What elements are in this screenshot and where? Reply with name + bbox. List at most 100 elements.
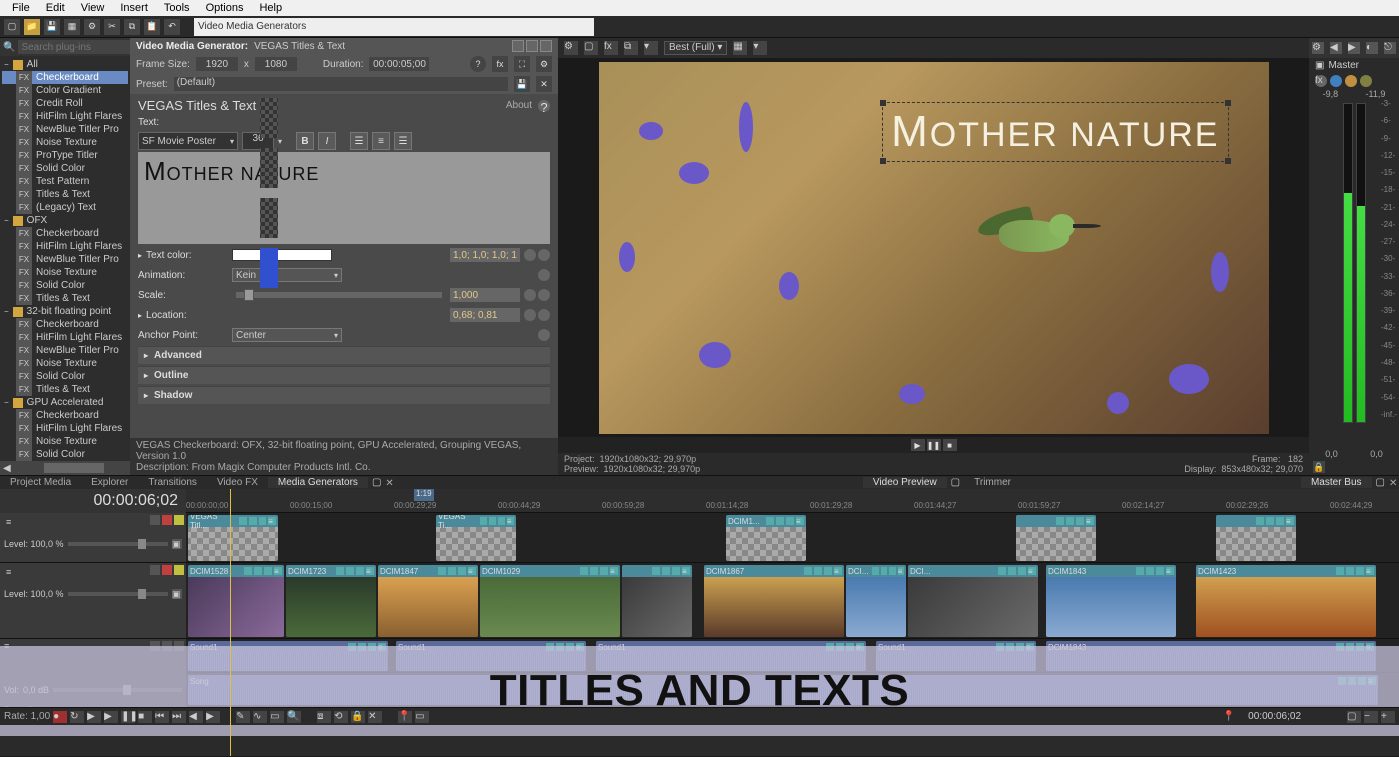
snapshot-icon[interactable]: ▾: [644, 41, 658, 55]
font-combo[interactable]: SF Movie Poster▾: [138, 132, 238, 150]
tab-explorer[interactable]: Explorer: [81, 477, 138, 488]
tree-item[interactable]: FXNoise Texture: [2, 266, 128, 279]
reset-icon[interactable]: [538, 309, 550, 321]
tree-folder[interactable]: −OFX: [2, 214, 128, 227]
expand-icon[interactable]: ▣: [172, 589, 182, 599]
tree-item[interactable]: FXNewBlue Titler Pro: [2, 344, 128, 357]
play-button[interactable]: ▶: [104, 711, 118, 723]
menu-insert[interactable]: Insert: [112, 2, 156, 14]
grid-view-icon[interactable]: [526, 40, 538, 52]
clip[interactable]: ≡: [1016, 515, 1096, 561]
clip[interactable]: DCIM1528≡: [188, 565, 284, 637]
tree-item[interactable]: FXSolid Color: [2, 370, 128, 383]
tab-undock-icon[interactable]: ▢: [368, 477, 385, 488]
location-value[interactable]: [450, 308, 520, 322]
frame-width-input[interactable]: [196, 57, 238, 71]
clip[interactable]: ≡: [622, 565, 692, 637]
snap-button[interactable]: ⧈: [317, 711, 331, 723]
tree-item[interactable]: FXNewBlue Titler Pro: [2, 253, 128, 266]
tree-item[interactable]: FX(Legacy) Text: [2, 201, 128, 214]
tab-close-icon[interactable]: ✕: [1389, 478, 1399, 488]
italic-button[interactable]: I: [318, 132, 336, 150]
marker[interactable]: 1:19: [414, 489, 434, 501]
text-canvas[interactable]: MMother natureother nature: [138, 152, 550, 244]
scale-slider[interactable]: [236, 292, 442, 298]
help-icon[interactable]: ?: [538, 100, 550, 112]
lock-button[interactable]: 🔒: [351, 711, 365, 723]
tree-item[interactable]: FXProType Titler: [2, 149, 128, 162]
keyframe-icon[interactable]: [524, 249, 536, 261]
master-solo-icon[interactable]: [1345, 75, 1357, 87]
expand-icon[interactable]: ⛶: [514, 56, 530, 72]
tree-item[interactable]: FXHitFilm Light Flares: [2, 110, 128, 123]
menu-help[interactable]: Help: [251, 2, 290, 14]
preset-thumb[interactable]: [260, 248, 278, 288]
help-icon[interactable]: ?: [470, 56, 486, 72]
tree-item[interactable]: FXHitFilm Light Flares: [2, 331, 128, 344]
tree-item[interactable]: FXNoise Texture: [2, 136, 128, 149]
clip[interactable]: DCIM1029≡: [480, 565, 620, 637]
clip[interactable]: DCIM1...≡: [726, 515, 806, 561]
auto-ripple-button[interactable]: ⟲: [334, 711, 348, 723]
tree-item[interactable]: FXCheckerboard: [2, 318, 128, 331]
cut-icon[interactable]: ✂: [104, 19, 120, 35]
stop-button[interactable]: ■: [943, 439, 957, 451]
clip[interactable]: DCI...≡: [846, 565, 906, 637]
track-header[interactable]: ≡ Level: 100,0 %▣: [0, 513, 186, 562]
keyframe-icon[interactable]: [524, 289, 536, 301]
clip[interactable]: DCIM1843≡: [1046, 565, 1176, 637]
clip[interactable]: DCIM1847≡: [378, 565, 478, 637]
playhead[interactable]: [230, 489, 231, 756]
zoom-tool-button[interactable]: 🔍: [287, 711, 301, 723]
next-frame-button[interactable]: ▶: [206, 711, 220, 723]
tree-item[interactable]: FXCredit Roll: [2, 97, 128, 110]
clip[interactable]: DCIM1723≡: [286, 565, 376, 637]
tree-item[interactable]: FXTitles & Text: [2, 292, 128, 305]
keyframe-icon[interactable]: [524, 309, 536, 321]
marker-button[interactable]: 📍: [398, 711, 412, 723]
settings-icon[interactable]: ⚙: [536, 56, 552, 72]
title-overlay-box[interactable]: Mother nature: [882, 102, 1228, 162]
tree-item[interactable]: FXTest Pattern: [2, 175, 128, 188]
tree-item[interactable]: FXSolid Color: [2, 279, 128, 292]
delete-preset-icon[interactable]: ✕: [536, 76, 552, 92]
go-end-button[interactable]: ⏭: [172, 711, 186, 723]
level-slider[interactable]: [68, 542, 168, 546]
save-icon[interactable]: 💾: [44, 19, 60, 35]
menu-file[interactable]: File: [4, 2, 38, 14]
clip[interactable]: DCIM1867≡: [704, 565, 844, 637]
tree-item[interactable]: FXTitles & Text: [2, 383, 128, 396]
clip[interactable]: DCIM1423≡: [1196, 565, 1376, 637]
clip[interactable]: VEGAS Ti...≡: [436, 515, 516, 561]
solo-icon[interactable]: [174, 515, 184, 525]
envelope-tool-button[interactable]: ∿: [253, 711, 267, 723]
tab-video-preview[interactable]: Video Preview: [863, 477, 947, 488]
auto-crossfade-button[interactable]: ✕: [368, 711, 382, 723]
preset-thumb[interactable]: [260, 148, 278, 188]
duration-input[interactable]: [369, 57, 429, 71]
tree-item[interactable]: FXCheckerboard: [2, 409, 128, 422]
thumb-view-icon[interactable]: [540, 40, 552, 52]
generator-combo[interactable]: Video Media Generators: [194, 18, 594, 36]
advanced-section[interactable]: ▸Advanced: [138, 346, 550, 364]
edit-tool-button[interactable]: ✎: [236, 711, 250, 723]
master-fx-icon[interactable]: fx: [1315, 75, 1327, 87]
align-left-button[interactable]: ☰: [350, 132, 368, 150]
stop-button[interactable]: ■: [138, 711, 152, 723]
tree-item[interactable]: FXColor Gradient: [2, 84, 128, 97]
tree-hscroll[interactable]: ◀: [0, 461, 130, 475]
expand-icon[interactable]: ▣: [172, 539, 182, 549]
level-slider[interactable]: [68, 592, 168, 596]
reset-icon[interactable]: [538, 249, 550, 261]
mute-icon[interactable]: [162, 565, 172, 575]
save-preset-icon[interactable]: 💾: [514, 76, 530, 92]
scale-value[interactable]: [450, 288, 520, 302]
tab-close-icon[interactable]: ✕: [385, 478, 395, 488]
adjust-icon[interactable]: ⎋: [1384, 42, 1396, 54]
tree-item[interactable]: FXNoise Texture: [2, 357, 128, 370]
loop-button[interactable]: ↻: [70, 711, 84, 723]
menu-edit[interactable]: Edit: [38, 2, 73, 14]
play-start-button[interactable]: ▶: [87, 711, 101, 723]
overlay-icon[interactable]: ▾: [753, 41, 767, 55]
animation-combo[interactable]: Kein▾: [232, 268, 342, 282]
